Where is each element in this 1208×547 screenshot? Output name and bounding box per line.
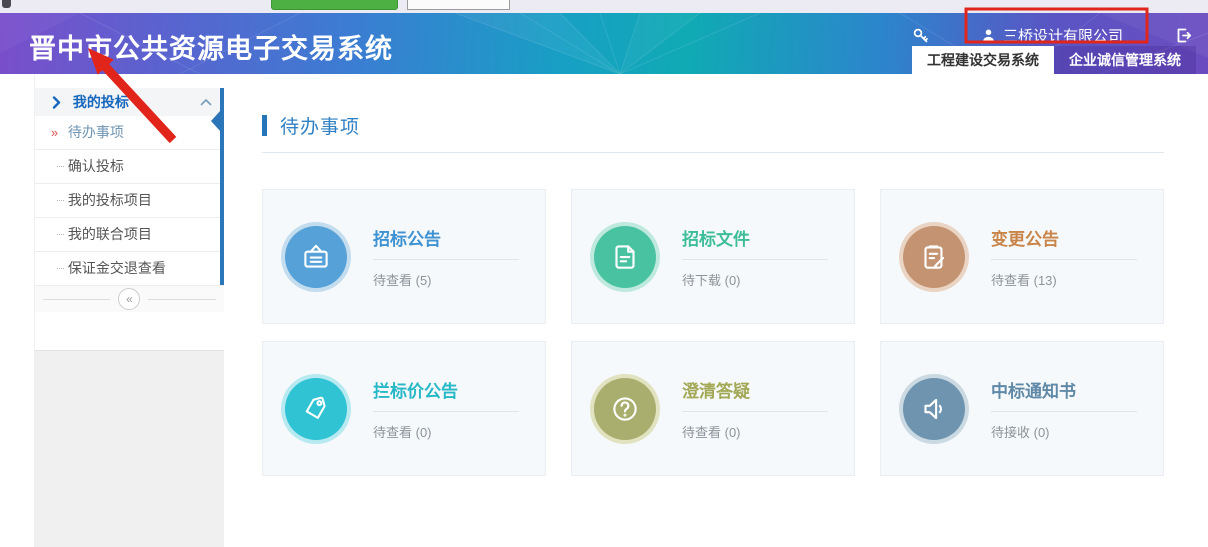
announcement-board-icon bbox=[285, 226, 347, 288]
question-icon bbox=[594, 378, 656, 440]
card-tender-documents[interactable]: 招标文件 待下载 (0) bbox=[571, 189, 855, 324]
section-title-accent bbox=[262, 115, 267, 136]
partial-text-box[interactable] bbox=[407, 0, 510, 10]
card-status: 待查看 (13) bbox=[991, 270, 1137, 289]
card-title: 招标文件 bbox=[682, 225, 828, 250]
todo-cards: 招标公告 待查看 (5) 招标文件 待下载 (0) bbox=[262, 189, 1164, 476]
sidebar: 我的投标 » 待办事项 确认投标 我的投标项目 我的联合项目 保证金交退查看 « bbox=[35, 74, 224, 547]
sidebar-filler bbox=[35, 350, 224, 547]
user-name: 三桥设计有限公司 bbox=[1003, 25, 1123, 46]
partial-green-button[interactable] bbox=[271, 0, 398, 10]
logout-icon[interactable] bbox=[1175, 27, 1192, 44]
sidebar-collapse-button[interactable]: « bbox=[118, 288, 140, 310]
card-status: 待接收 (0) bbox=[991, 422, 1137, 441]
browser-strip bbox=[0, 0, 1208, 13]
chevron-right-icon bbox=[52, 96, 61, 109]
system-tabs: 工程建设交易系统 企业诚信管理系统 bbox=[912, 46, 1196, 74]
speaker-icon bbox=[903, 378, 965, 440]
card-award-notice[interactable]: 中标通知书 待接收 (0) bbox=[880, 341, 1164, 476]
document-icon bbox=[594, 226, 656, 288]
section-divider bbox=[262, 152, 1164, 153]
card-price-cap-announcement[interactable]: 拦标价公告 待查看 (0) bbox=[262, 341, 546, 476]
chevron-up-icon[interactable] bbox=[200, 98, 212, 106]
left-gutter bbox=[0, 74, 35, 547]
sidebar-item-todo[interactable]: » 待办事项 bbox=[35, 116, 224, 150]
card-change-announcement[interactable]: 变更公告 待查看 (13) bbox=[880, 189, 1164, 324]
sidebar-item-deposit-check[interactable]: 保证金交退查看 bbox=[35, 252, 224, 286]
card-title: 澄清答疑 bbox=[682, 377, 828, 402]
sidebar-group-my-bids[interactable]: 我的投标 bbox=[35, 88, 224, 116]
price-tag-icon bbox=[285, 378, 347, 440]
card-status: 待下载 (0) bbox=[682, 270, 828, 289]
card-status: 待查看 (0) bbox=[373, 422, 519, 441]
card-status: 待查看 (5) bbox=[373, 270, 519, 289]
active-item-arrow bbox=[211, 110, 221, 132]
sidebar-group-label: 我的投标 bbox=[73, 92, 200, 112]
sidebar-collapse-row: « bbox=[35, 286, 224, 312]
sidebar-menu: » 待办事项 确认投标 我的投标项目 我的联合项目 保证金交退查看 bbox=[35, 116, 224, 286]
sidebar-item-my-bid-projects[interactable]: 我的投标项目 bbox=[35, 184, 224, 218]
partial-browser-glyph bbox=[2, 0, 11, 8]
card-title: 中标通知书 bbox=[991, 377, 1137, 402]
app-header: 晋中市公共资源电子交易系统 三桥设计有限公司 工程建设交易系统 企业诚信管理系统 bbox=[0, 13, 1208, 74]
card-title: 招标公告 bbox=[373, 225, 519, 250]
card-title: 变更公告 bbox=[991, 225, 1137, 250]
user-account-button[interactable]: 三桥设计有限公司 bbox=[955, 25, 1149, 46]
clipboard-pencil-icon bbox=[903, 226, 965, 288]
page-title: 晋中市公共资源电子交易系统 bbox=[29, 27, 393, 66]
user-icon bbox=[981, 28, 996, 43]
main-content: 待办事项 招标公告 待查看 (5) bbox=[224, 74, 1208, 547]
tab-construction-trading[interactable]: 工程建设交易系统 bbox=[912, 46, 1054, 74]
tab-enterprise-credit[interactable]: 企业诚信管理系统 bbox=[1054, 46, 1196, 74]
card-tender-announcement[interactable]: 招标公告 待查看 (5) bbox=[262, 189, 546, 324]
sidebar-item-my-joint-projects[interactable]: 我的联合项目 bbox=[35, 218, 224, 252]
sidebar-item-confirm-bid[interactable]: 确认投标 bbox=[35, 150, 224, 184]
card-status: 待查看 (0) bbox=[682, 422, 828, 441]
key-icon[interactable] bbox=[912, 27, 929, 44]
section-title-row: 待办事项 bbox=[262, 112, 1164, 139]
card-title: 拦标价公告 bbox=[373, 377, 519, 402]
section-title: 待办事项 bbox=[280, 112, 360, 139]
active-item-marker: » bbox=[51, 116, 58, 149]
card-clarification[interactable]: 澄清答疑 待查看 (0) bbox=[571, 341, 855, 476]
